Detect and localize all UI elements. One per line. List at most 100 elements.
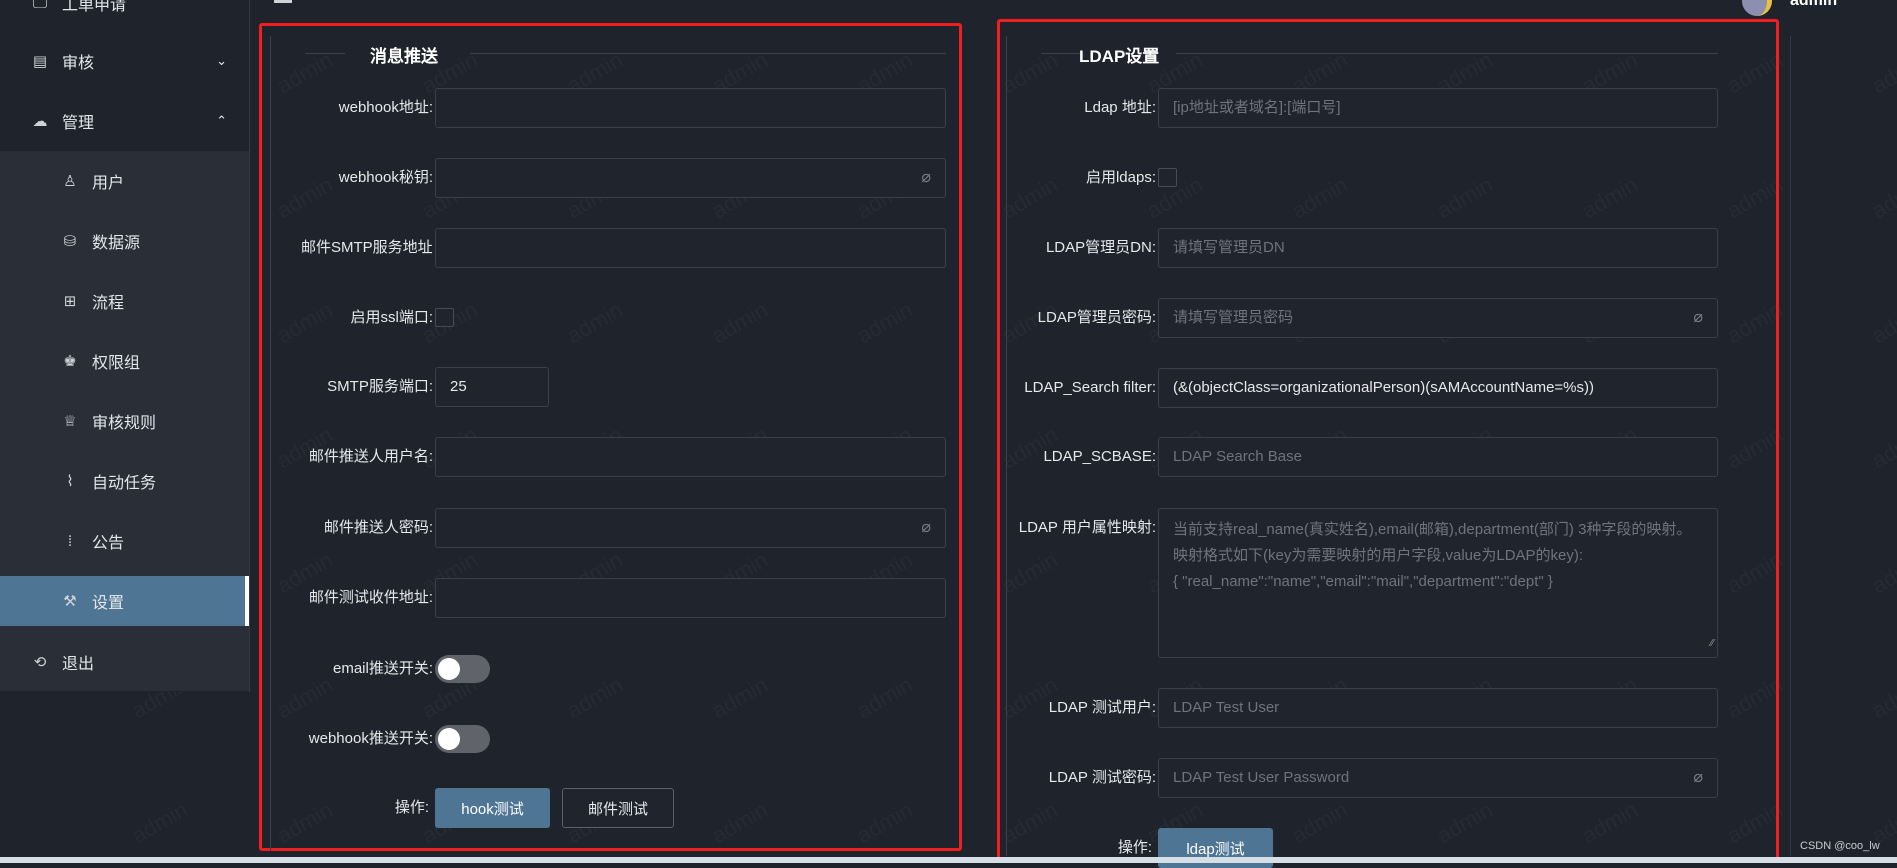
field-label: email推送开关: (332, 660, 433, 677)
field-label: webhook地址: (338, 99, 433, 116)
sidebar-subitem-2[interactable]: ⊞ 流程 (0, 276, 249, 326)
sidebar-item-2[interactable]: ☁ 管理 ⌃ (0, 96, 249, 146)
chevron-down-icon[interactable]: ⌄ (216, 53, 227, 69)
sidebar-subitem-4[interactable]: ♕ 审核规则 (0, 396, 249, 446)
sidebar-subitem-1[interactable]: ⛁ 数据源 (0, 216, 249, 266)
ldap-fieldset (1006, 36, 1007, 856)
watermark-text: admin (1868, 172, 1897, 224)
field-label: LDAP_Search filter: (1024, 379, 1156, 396)
csdn-credit: CSDN @coo_lw (1800, 840, 1880, 852)
field-label: 邮件测试收件地址: (308, 589, 433, 606)
sidebar-item-1[interactable]: ▤ 审核 ⌄ (0, 36, 249, 86)
placeholder: LDAP Search Base (1173, 448, 1302, 465)
sidebar-subitem-5[interactable]: ⌇ 自动任务 (0, 456, 249, 506)
message-legend: 消息推送 (370, 47, 438, 66)
field-label: LDAP_SCBASE: (1043, 448, 1156, 465)
ldap-field-3-input[interactable]: 请填写管理员密码 ⌀ (1158, 298, 1718, 338)
eye-off-icon[interactable]: ⌀ (1693, 759, 1703, 797)
sidebar-subitem-6[interactable]: ⦙ 公告 (0, 516, 249, 566)
flow-icon: ⊞ (63, 293, 77, 310)
field-label: LDAP 测试用户: (1048, 699, 1156, 716)
sidebar-subitem-3[interactable]: ♚ 权限组 (0, 336, 249, 386)
eye-off-icon[interactable]: ⌀ (921, 509, 931, 547)
bottom-strip (0, 857, 1897, 863)
field-label: 邮件SMTP服务地址: (301, 239, 433, 256)
placeholder: 当前支持real_name(真实姓名),email(邮箱),department… (1173, 521, 1692, 590)
ldap-field-7-input[interactable]: LDAP Test User (1158, 688, 1718, 728)
ldap-field-4-input[interactable]: (&(objectClass=organizationalPerson)(sAM… (1158, 368, 1718, 408)
ldap-field-1-checkbox[interactable] (1158, 168, 1177, 187)
ldap-field-8-input[interactable]: LDAP Test User Password ⌀ (1158, 758, 1718, 798)
crown-icon: ♕ (63, 413, 77, 430)
field-label: webhook秘钥: (338, 169, 433, 186)
field-label: 启用ldaps: (1085, 169, 1156, 186)
field-label: 启用ssl端口: (350, 309, 433, 326)
sidebar-item-label: 管理 (62, 115, 95, 132)
legend-line (305, 53, 345, 54)
sidebar-item-label: 权限组 (92, 355, 141, 372)
field-label: webhook推送开关: (308, 730, 433, 747)
field-label: LDAP管理员DN: (1045, 239, 1156, 256)
sidebar-item-label: 审核规则 (92, 415, 157, 432)
sidebar-subitem-7[interactable]: ⚒ 设置 (0, 576, 249, 626)
chevron-up-icon[interactable]: ⌃ (216, 113, 227, 129)
placeholder: 请填写管理员DN (1173, 239, 1285, 256)
field-label: Ldap 地址: (1084, 99, 1156, 116)
message-field-4-input[interactable]: 25 (435, 367, 549, 407)
watermark-text: admin (1868, 672, 1897, 724)
watermark-text: admin (128, 797, 193, 849)
field-label: 邮件推送人用户名: (308, 448, 433, 465)
sidebar-item-logout[interactable]: ⟲ 退出 (0, 637, 249, 687)
input-value: 25 (450, 378, 467, 395)
field-label: LDAP管理员密码: (1037, 309, 1156, 326)
message-field-6-input[interactable]: ⌀ (435, 508, 946, 548)
watermark-text: admin (1868, 422, 1897, 474)
message-field-9-toggle[interactable] (435, 725, 490, 753)
ldap-field-2-input[interactable]: 请填写管理员DN (1158, 228, 1718, 268)
ldap-field-0-input[interactable]: [ip地址或者域名]:[端口号] (1158, 88, 1718, 128)
legend-line (1176, 53, 1718, 54)
document-icon: ▤ (32, 53, 48, 70)
eye-off-icon[interactable]: ⌀ (921, 159, 931, 197)
menu-toggle-icon[interactable] (274, 0, 292, 3)
field-label: LDAP 测试密码: (1048, 769, 1156, 786)
legend-line (1041, 53, 1081, 54)
sidebar-item-label: 数据源 (92, 235, 141, 252)
field-label: LDAP 用户属性映射: (1018, 519, 1156, 536)
ldap-field-5-input[interactable]: LDAP Search Base (1158, 437, 1718, 477)
sidebar-item-label: 公告 (92, 535, 125, 552)
message-button-1[interactable]: 邮件测试 (562, 788, 674, 828)
placeholder: LDAP Test User Password (1173, 769, 1350, 786)
paperclip-icon: ⌇ (66, 473, 74, 490)
user-name[interactable]: admin (1790, 0, 1837, 10)
sidebar-subitem-0[interactable]: ♙ 用户 (0, 156, 249, 206)
database-icon: ⛁ (63, 233, 77, 250)
placeholder: [ip地址或者域名]:[端口号] (1173, 99, 1341, 116)
watermark-text: admin (1868, 47, 1897, 99)
sidebar-item-label: 用户 (92, 175, 125, 192)
ldap-legend: LDAP设置 (1079, 47, 1160, 66)
message-field-3-checkbox[interactable] (435, 308, 454, 327)
sidebar-item-label: 设置 (92, 595, 125, 612)
watermark-text: admin (1868, 547, 1897, 599)
user-icon: ♙ (63, 173, 77, 190)
sidebar-item-label: 流程 (92, 295, 125, 312)
message-field-7-input[interactable] (435, 578, 946, 618)
avatar[interactable] (1742, 0, 1772, 16)
message-field-1-input[interactable]: ⌀ (435, 158, 946, 198)
placeholder: 请填写管理员密码 (1173, 309, 1294, 326)
message-field-2-input[interactable] (435, 228, 946, 268)
message-fieldset (270, 36, 271, 851)
ldap-field-6-textarea[interactable]: 当前支持real_name(真实姓名),email(邮箱),department… (1158, 508, 1718, 658)
resize-handle-icon[interactable]: ⁄⁄ (1711, 631, 1714, 657)
message-field-8-toggle[interactable] (435, 655, 490, 683)
eye-off-icon[interactable]: ⌀ (1693, 299, 1703, 337)
sidebar-item-0[interactable]: 🖵 工单申请 (0, 0, 249, 28)
message-field-5-input[interactable] (435, 437, 946, 477)
placeholder: LDAP Test User (1173, 699, 1280, 716)
group-icon: ♚ (63, 353, 77, 370)
wrench-icon: ⚒ (63, 593, 77, 610)
message-field-0-input[interactable] (435, 88, 946, 128)
scrollbar-track[interactable] (1790, 36, 1791, 856)
message-button-0[interactable]: hook测试 (435, 788, 550, 828)
